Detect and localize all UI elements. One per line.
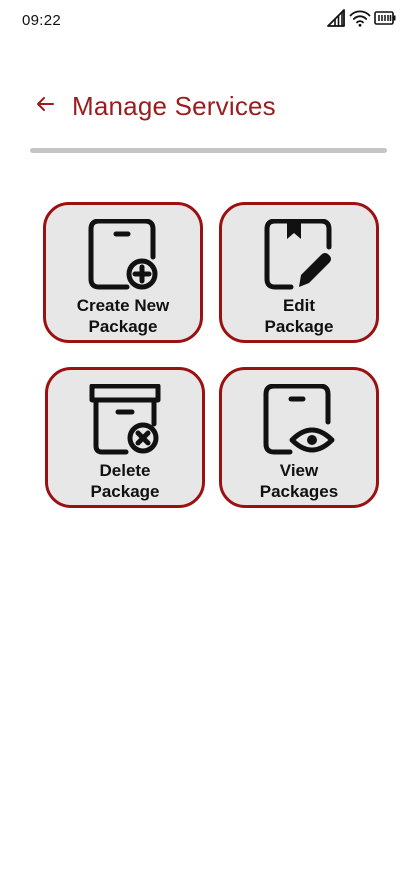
delete-package-button[interactable]: Delete Package: [45, 367, 205, 508]
package-delete-icon: [88, 380, 162, 456]
status-time: 09:22: [22, 12, 62, 29]
edit-package-label: Edit Package: [264, 296, 334, 336]
view-packages-button[interactable]: View Packages: [219, 367, 379, 508]
package-add-icon: [87, 215, 159, 291]
package-view-icon: [262, 380, 336, 456]
create-package-button[interactable]: Create New Package: [43, 202, 203, 343]
header: Manage Services: [34, 86, 276, 126]
signal-icon: [326, 9, 346, 27]
battery-icon: [374, 9, 396, 27]
status-bar: 09:22: [0, 0, 414, 40]
status-icons: [326, 9, 396, 27]
view-packages-label: View Packages: [259, 461, 339, 501]
wifi-icon: [349, 9, 371, 27]
divider: [30, 148, 387, 153]
edit-package-button[interactable]: Edit Package: [219, 202, 379, 343]
page-title: Manage Services: [72, 90, 276, 121]
arrow-left-icon: [35, 96, 55, 117]
create-package-label: Create New Package: [76, 296, 170, 336]
delete-package-label: Delete Package: [90, 461, 160, 501]
package-edit-icon: [263, 215, 335, 291]
manage-services-screen: 09:22 Manage Services Create New Package…: [0, 0, 414, 896]
back-button[interactable]: [34, 95, 56, 117]
